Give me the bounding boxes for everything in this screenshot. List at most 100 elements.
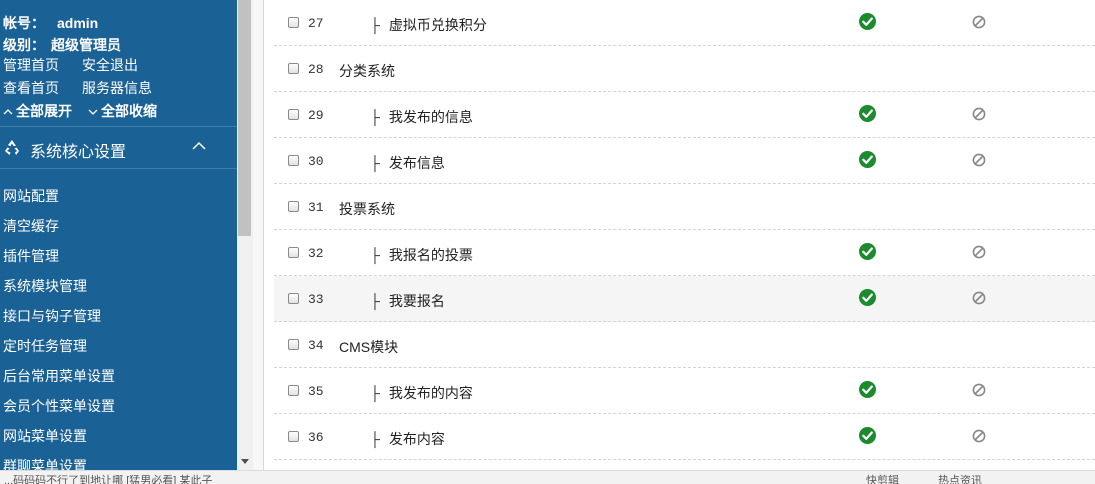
row-name: ├ 我要报名 [370,291,445,311]
logout-link[interactable]: 安全退出 [82,55,138,75]
tree-branch-icon: ├ [370,155,380,171]
row-checkbox[interactable] [288,109,299,120]
level-label: 级别： [3,37,45,53]
row-name: ├ 虚拟币兑换积分 [370,15,487,35]
row-checkbox[interactable] [288,17,299,28]
row-name: ├ 我发布的内容 [370,383,473,403]
status-item-clip[interactable]: 快剪辑 [866,472,899,484]
scrollbar-thumb[interactable] [238,0,251,236]
row-name: 分类系统 [339,61,395,81]
ban-icon[interactable] [972,429,986,443]
row-id: 28 [308,62,324,77]
check-circle-icon[interactable] [859,151,876,168]
table-row: 32 ├ 我报名的投票 [274,230,1095,276]
tree-branch-icon: ├ [370,385,380,401]
table-row: 30 ├ 发布信息 [274,138,1095,184]
row-checkbox[interactable] [288,385,299,396]
status-text: ...码码码不行了到地让哪 [猛男必看] 某此子 [4,475,213,484]
tree-branch-icon: ├ [370,109,380,125]
row-name-label: 分类系统 [339,63,395,79]
row-id: 35 [308,384,324,399]
check-circle-icon[interactable] [859,381,876,398]
row-checkbox[interactable] [288,339,299,350]
row-checkbox[interactable] [288,247,299,258]
sidebar-menu-item[interactable]: 会员个性菜单设置 [3,396,115,416]
check-circle-icon[interactable] [859,13,876,30]
account-level: 级别： 超级管理员 [3,35,121,55]
row-checkbox[interactable] [288,155,299,166]
row-name-label: 发布信息 [388,155,445,171]
username-label: 帐号： [3,15,45,31]
server-info-link[interactable]: 服务器信息 [82,78,152,98]
row-id: 34 [308,338,324,353]
collapse-all-button[interactable]: 全部收缩 [88,101,157,121]
section-title: 系统核心设置 [30,144,127,161]
frame-splitter[interactable] [253,0,263,470]
row-id: 29 [308,108,324,123]
view-home-link[interactable]: 查看首页 [3,78,59,98]
username-value: admin [57,15,99,31]
check-circle-icon[interactable] [859,289,876,306]
row-name-label: 我发布的信息 [388,109,473,125]
row-id: 27 [308,16,324,31]
tree-branch-icon: ├ [370,17,380,33]
row-id: 32 [308,246,324,261]
check-circle-icon[interactable] [859,427,876,444]
module-menu-table: 27 ├ 虚拟币兑换积分 28 分类系统 29 ├ 我发布的信息 30 ├ 发布信息 31 投票系统 32… [264,0,1095,470]
account-username: 帐号： admin [3,13,98,33]
ban-icon[interactable] [972,107,986,121]
row-name: 投票系统 [339,199,395,219]
sidebar-menu-item[interactable]: 插件管理 [3,246,59,266]
row-checkbox[interactable] [288,201,299,212]
sidebar-menu-item[interactable]: 后台常用菜单设置 [3,366,115,386]
table-row: 35 ├ 我发布的内容 [274,368,1095,414]
table-row: 36 ├ 发布内容 [274,414,1095,460]
admin-home-link[interactable]: 管理首页 [3,55,59,75]
sidebar-menu-item[interactable]: 群聊菜单设置 [3,456,87,470]
check-circle-icon[interactable] [859,243,876,260]
ban-icon[interactable] [972,245,986,259]
row-name: ├ 我发布的信息 [370,107,473,127]
ban-icon[interactable] [972,383,986,397]
row-name-label: 虚拟币兑换积分 [388,17,487,33]
row-checkbox[interactable] [288,63,299,74]
chevron-up-icon [3,109,13,115]
table-row: 31 投票系统 [274,184,1095,230]
ban-icon[interactable] [972,153,986,167]
sidebar-menu-item[interactable]: 清空缓存 [3,216,59,236]
tree-branch-icon: ├ [370,431,380,447]
collapse-all-label: 全部收缩 [101,103,157,119]
recycle-icon [5,140,19,155]
sidebar-menu-item[interactable]: 定时任务管理 [3,336,87,356]
expand-all-button[interactable]: 全部展开 [3,101,72,121]
row-checkbox[interactable] [288,293,299,304]
status-item-news[interactable]: 热点资讯 [938,472,982,484]
row-name-label: 投票系统 [339,201,395,217]
row-name: ├ 我报名的投票 [370,245,473,265]
sidebar-menu-item[interactable]: 网站配置 [3,186,59,206]
section-header-core-settings[interactable]: 系统核心设置 [0,127,237,168]
divider [0,168,237,169]
ban-icon[interactable] [972,291,986,305]
table-row: 28 分类系统 [274,46,1095,92]
expand-all-label: 全部展开 [16,103,72,119]
row-name: ├ 发布信息 [370,153,445,173]
level-value: 超级管理员 [51,37,121,53]
table-row: 33 ├ 我要报名 [274,276,1095,322]
chevron-down-icon [88,109,98,116]
row-id: 33 [308,292,324,307]
chevron-up-icon[interactable] [192,141,206,150]
sidebar-scrollbar[interactable] [237,0,253,470]
row-checkbox[interactable] [288,431,299,442]
sidebar-menu-item[interactable]: 网站菜单设置 [3,426,87,446]
scroll-down-arrow-icon[interactable] [237,454,253,470]
row-id: 36 [308,430,324,445]
row-id: 30 [308,154,324,169]
sidebar-menu-item[interactable]: 接口与钩子管理 [3,306,101,326]
ban-icon[interactable] [972,15,986,29]
row-name: CMS模块 [339,337,398,357]
tree-branch-icon: ├ [370,247,380,263]
check-circle-icon[interactable] [859,105,876,122]
sidebar-menu-item[interactable]: 系统模块管理 [3,276,87,296]
status-bar: ...码码码不行了到地让哪 [猛男必看] 某此子 快剪辑 热点资讯 [0,470,1095,484]
